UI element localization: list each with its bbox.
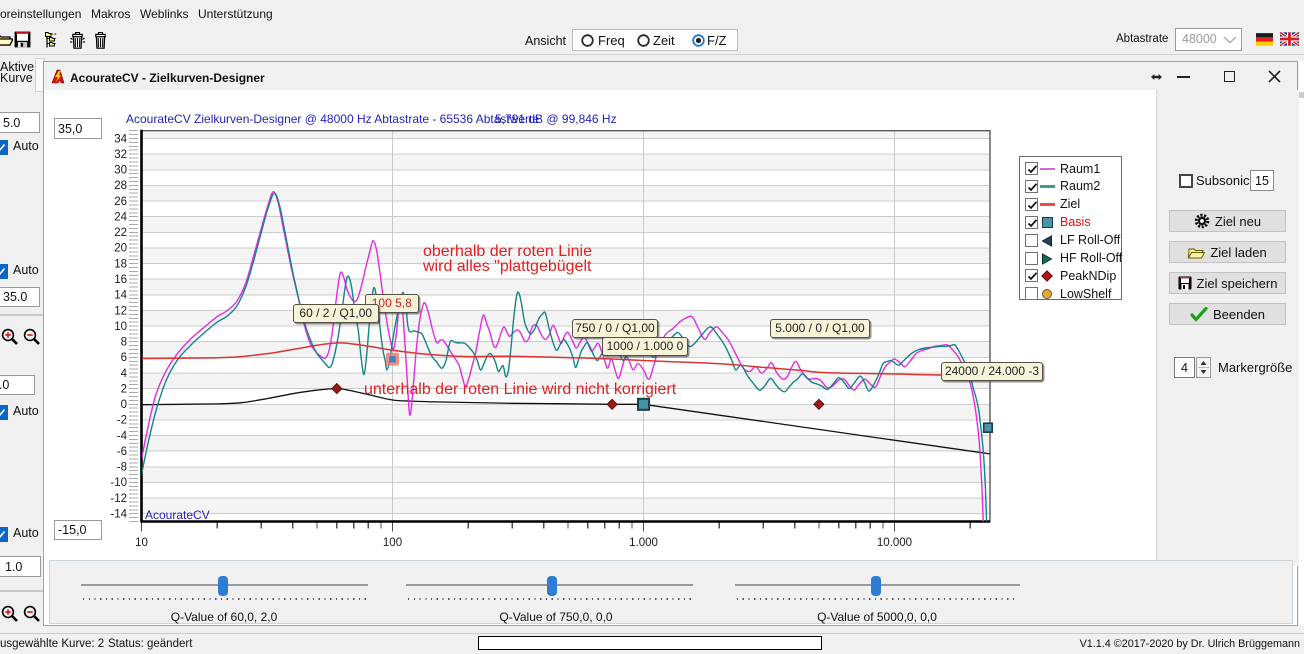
svg-text:-8: -8 <box>117 462 127 474</box>
svg-text:14: 14 <box>114 290 127 302</box>
svg-text:0: 0 <box>121 399 127 411</box>
svg-text:30: 30 <box>114 165 127 177</box>
svg-text:8: 8 <box>121 337 127 349</box>
svg-text:20: 20 <box>114 243 127 255</box>
svg-text:28: 28 <box>114 180 127 192</box>
svg-text:1.000: 1.000 <box>629 537 658 549</box>
svg-text:2: 2 <box>121 383 127 395</box>
svg-text:32: 32 <box>114 149 127 161</box>
svg-text:4: 4 <box>121 368 128 380</box>
svg-text:22: 22 <box>114 227 127 239</box>
svg-text:10: 10 <box>135 537 148 549</box>
svg-text:10.000: 10.000 <box>877 537 912 549</box>
svg-text:6: 6 <box>121 352 127 364</box>
svg-text:-4: -4 <box>117 430 128 442</box>
svg-text:-2: -2 <box>117 415 127 427</box>
svg-text:100: 100 <box>383 537 402 549</box>
svg-text:18: 18 <box>114 258 127 270</box>
svg-text:10: 10 <box>114 321 127 333</box>
svg-text:12: 12 <box>114 305 127 317</box>
svg-text:34: 34 <box>114 133 127 145</box>
svg-text:24: 24 <box>114 212 127 224</box>
svg-text:-10: -10 <box>110 477 127 489</box>
svg-text:26: 26 <box>114 196 127 208</box>
svg-text:-14: -14 <box>110 509 127 521</box>
svg-text:-6: -6 <box>117 446 127 458</box>
svg-text:16: 16 <box>114 274 127 286</box>
svg-text:-12: -12 <box>110 493 127 505</box>
